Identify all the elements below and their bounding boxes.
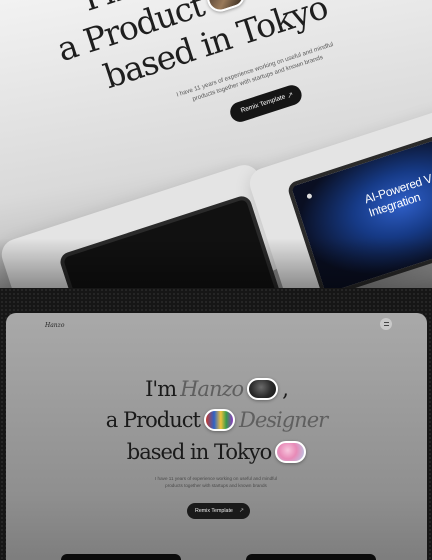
portrait-pill bbox=[247, 378, 279, 400]
tablet-mockup bbox=[61, 554, 181, 560]
remix-template-button[interactable]: Remix Template ↗ bbox=[187, 503, 250, 519]
hero-line-3: based in Tokyo bbox=[6, 440, 427, 464]
shadow bbox=[0, 238, 432, 288]
hero-role: Designer bbox=[238, 408, 328, 432]
cta-label: Remix Template bbox=[195, 508, 233, 514]
hero-description: I have 11 years of experience working on… bbox=[155, 476, 277, 488]
hero-name: Hanzo bbox=[180, 377, 244, 401]
cta-label: Remix Template bbox=[239, 93, 287, 115]
dot-icon bbox=[306, 193, 313, 200]
flower-pill bbox=[275, 441, 307, 463]
hero-intro: I'm bbox=[145, 377, 177, 401]
laptop-mockup bbox=[246, 554, 376, 560]
arrow-up-right-icon: ↗ bbox=[238, 508, 244, 514]
brand-logo[interactable]: Hanzo bbox=[45, 322, 64, 329]
hero-line-2: a Product Designer bbox=[6, 408, 427, 432]
tilted-preview: I'm Hanzo a Product Designer based in To… bbox=[0, 0, 432, 288]
arrow-up-right-icon: ↗ bbox=[285, 89, 295, 101]
hero-location: based in Tokyo bbox=[126, 440, 272, 464]
ai-headline: AI-Powered V Integration bbox=[363, 171, 432, 219]
menu-icon[interactable] bbox=[380, 318, 392, 330]
hero-product: a Product bbox=[105, 408, 201, 432]
artwork-pill bbox=[203, 409, 235, 431]
hero-line-1: I'm Hanzo , bbox=[6, 377, 427, 401]
browser-window: Hanzo I'm Hanzo , a Product Designer bas… bbox=[6, 313, 427, 560]
hero-comma: , bbox=[282, 377, 289, 401]
